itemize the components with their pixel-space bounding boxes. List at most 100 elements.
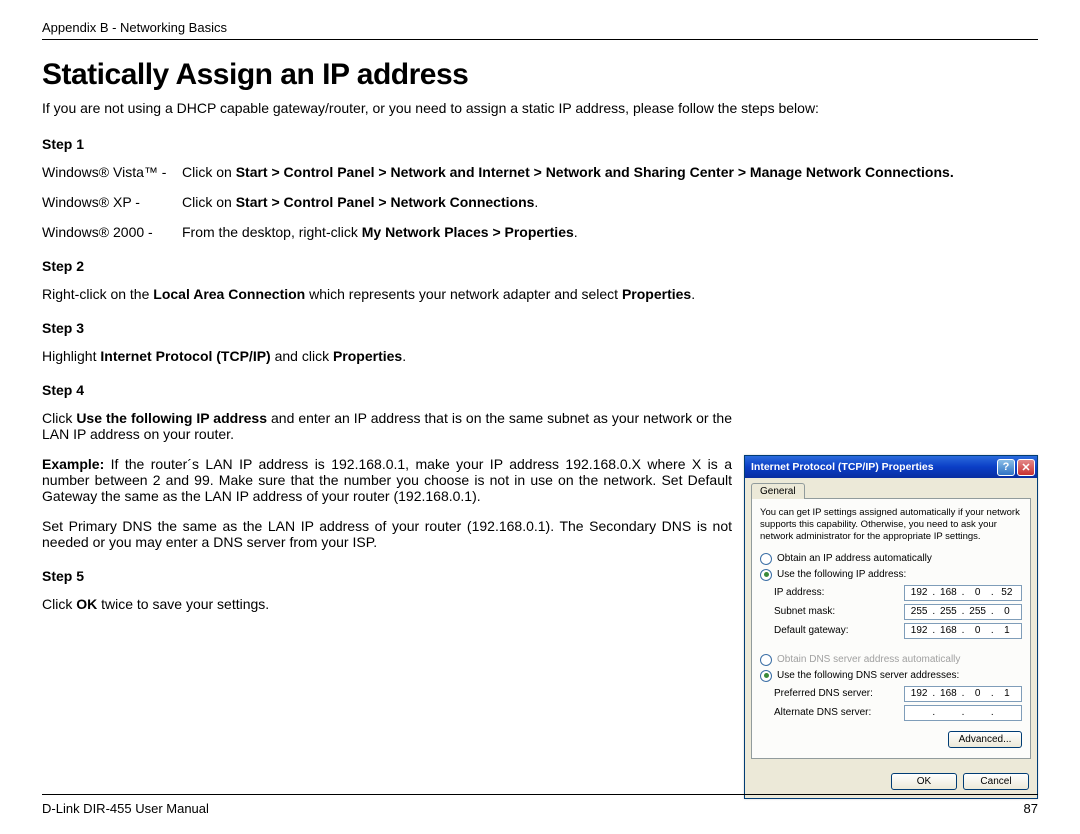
page-title: Statically Assign an IP address [42, 58, 1038, 92]
ip-oct[interactable]: 255 [937, 606, 959, 617]
dialog-title: Internet Protocol (TCP/IP) Properties [751, 461, 934, 473]
radio-icon [760, 569, 772, 581]
close-icon: ✕ [1021, 461, 1030, 474]
step2-b2: Properties [622, 286, 691, 302]
step1-xp-row: Windows® XP - Click on Start > Control P… [42, 194, 1038, 210]
ip-oct[interactable]: 168 [937, 587, 959, 598]
dialog-panel: You can get IP settings assigned automat… [751, 498, 1031, 759]
radio-use-dns[interactable]: Use the following DNS server addresses: [760, 670, 1022, 682]
ip-oct[interactable]: 192 [908, 625, 930, 636]
step1-vista-text: Click on Start > Control Panel > Network… [182, 164, 1038, 180]
ip-address-label: IP address: [774, 587, 904, 598]
step4-p1-b: Use the following IP address [76, 410, 267, 426]
tab-general[interactable]: General [751, 483, 805, 499]
step4-p2-b: Example: [42, 456, 104, 472]
field-ip-address: IP address: 192. 168. 0. 52 [774, 585, 1022, 601]
dialog-desc: You can get IP settings assigned automat… [760, 507, 1022, 543]
step3-label: Step 3 [42, 320, 1038, 336]
page-footer: D-Link DIR-455 User Manual 87 [42, 794, 1038, 816]
step1-vista-os: Windows® Vista™ - [42, 164, 182, 180]
step1-xp-bold: Start > Control Panel > Network Connecti… [236, 194, 535, 210]
radio-auto-dns-label: Obtain DNS server address automatically [777, 654, 960, 665]
ip-oct[interactable]: 255 [967, 606, 989, 617]
step4-p3: Set Primary DNS the same as the LAN IP a… [42, 518, 732, 550]
ip-oct[interactable]: 255 [908, 606, 930, 617]
field-subnet-mask: Subnet mask: 255. 255. 255. 0 [774, 604, 1022, 620]
ip-oct[interactable]: 168 [937, 688, 959, 699]
subnet-mask-label: Subnet mask: [774, 606, 904, 617]
default-gateway-input[interactable]: 192. 168. 0. 1 [904, 623, 1022, 639]
step1-vista-row: Windows® Vista™ - Click on Start > Contr… [42, 164, 1038, 180]
dialog-titlebar[interactable]: Internet Protocol (TCP/IP) Properties ? … [745, 456, 1037, 478]
ip-oct[interactable]: 0 [996, 606, 1018, 617]
step1-w2k-post: . [574, 224, 578, 240]
step1-xp-pre: Click on [182, 194, 236, 210]
step4-p2: Example: If the router´s LAN IP address … [42, 456, 732, 504]
radio-auto-ip-label: Obtain an IP address automatically [777, 553, 932, 564]
radio-auto-ip[interactable]: Obtain an IP address automatically [760, 553, 1022, 565]
preferred-dns-label: Preferred DNS server: [774, 688, 904, 699]
step1-w2k-pre: From the desktop, right-click [182, 224, 362, 240]
step1-w2k-text: From the desktop, right-click My Network… [182, 224, 1038, 240]
step1-vista-pre: Click on [182, 164, 236, 180]
alternate-dns-label: Alternate DNS server: [774, 707, 904, 718]
step1-label: Step 1 [42, 136, 1038, 152]
advanced-button[interactable]: Advanced... [948, 731, 1022, 748]
step1-xp-text: Click on Start > Control Panel > Network… [182, 194, 1038, 210]
ip-oct[interactable]: 1 [996, 688, 1018, 699]
ip-oct[interactable]: 192 [908, 587, 930, 598]
step2-pre: Right-click on the [42, 286, 153, 302]
ip-oct[interactable]: 0 [967, 625, 989, 636]
cancel-button[interactable]: Cancel [963, 773, 1029, 790]
radio-use-dns-label: Use the following DNS server addresses: [777, 670, 959, 681]
preferred-dns-input[interactable]: 192. 168. 0. 1 [904, 686, 1022, 702]
step3-b2: Properties [333, 348, 402, 364]
radio-icon [760, 670, 772, 682]
step1-xp-os: Windows® XP - [42, 194, 182, 210]
step3-text: Highlight Internet Protocol (TCP/IP) and… [42, 348, 1038, 364]
field-alternate-dns: Alternate DNS server: . . . [774, 705, 1022, 721]
alternate-dns-input[interactable]: . . . [904, 705, 1022, 721]
step4-p2-text: If the router´s LAN IP address is 192.16… [42, 456, 732, 504]
ip-oct[interactable]: 192 [908, 688, 930, 699]
default-gateway-label: Default gateway: [774, 625, 904, 636]
intro-text: If you are not using a DHCP capable gate… [42, 100, 1038, 116]
subnet-mask-input[interactable]: 255. 255. 255. 0 [904, 604, 1022, 620]
step1-w2k-os: Windows® 2000 - [42, 224, 182, 240]
step3-post: . [402, 348, 406, 364]
page-header: Appendix B - Networking Basics [42, 20, 1038, 40]
field-default-gateway: Default gateway: 192. 168. 0. 1 [774, 623, 1022, 639]
close-button[interactable]: ✕ [1017, 459, 1035, 476]
step2-mid: which represents your network adapter an… [305, 286, 622, 302]
ip-oct[interactable]: 168 [937, 625, 959, 636]
step1-xp-post: . [534, 194, 538, 210]
tcpip-properties-dialog: Internet Protocol (TCP/IP) Properties ? … [744, 455, 1038, 799]
step1-vista-bold: Start > Control Panel > Network and Inte… [236, 164, 954, 180]
radio-icon [760, 654, 772, 666]
step4-label: Step 4 [42, 382, 1038, 398]
ok-button[interactable]: OK [891, 773, 957, 790]
step3-mid: and click [271, 348, 333, 364]
step2-post: . [691, 286, 695, 302]
radio-use-ip[interactable]: Use the following IP address: [760, 569, 1022, 581]
step3-pre: Highlight [42, 348, 100, 364]
step2-label: Step 2 [42, 258, 1038, 274]
step4-p1-pre: Click [42, 410, 76, 426]
step5-b1: OK [76, 596, 97, 612]
step1-w2k-row: Windows® 2000 - From the desktop, right-… [42, 224, 1038, 240]
step1-w2k-bold: My Network Places > Properties [362, 224, 574, 240]
page-number: 87 [1024, 801, 1038, 816]
step5-post: twice to save your settings. [97, 596, 269, 612]
ip-address-input[interactable]: 192. 168. 0. 52 [904, 585, 1022, 601]
help-button[interactable]: ? [997, 459, 1015, 476]
step5-pre: Click [42, 596, 76, 612]
field-preferred-dns: Preferred DNS server: 192. 168. 0. 1 [774, 686, 1022, 702]
step2-text: Right-click on the Local Area Connection… [42, 286, 1038, 302]
ip-oct[interactable]: 0 [967, 688, 989, 699]
step3-b1: Internet Protocol (TCP/IP) [100, 348, 270, 364]
ip-oct[interactable]: 1 [996, 625, 1018, 636]
radio-auto-dns: Obtain DNS server address automatically [760, 654, 1022, 666]
ip-oct[interactable]: 52 [996, 587, 1018, 598]
ip-oct[interactable]: 0 [967, 587, 989, 598]
radio-icon [760, 553, 772, 565]
